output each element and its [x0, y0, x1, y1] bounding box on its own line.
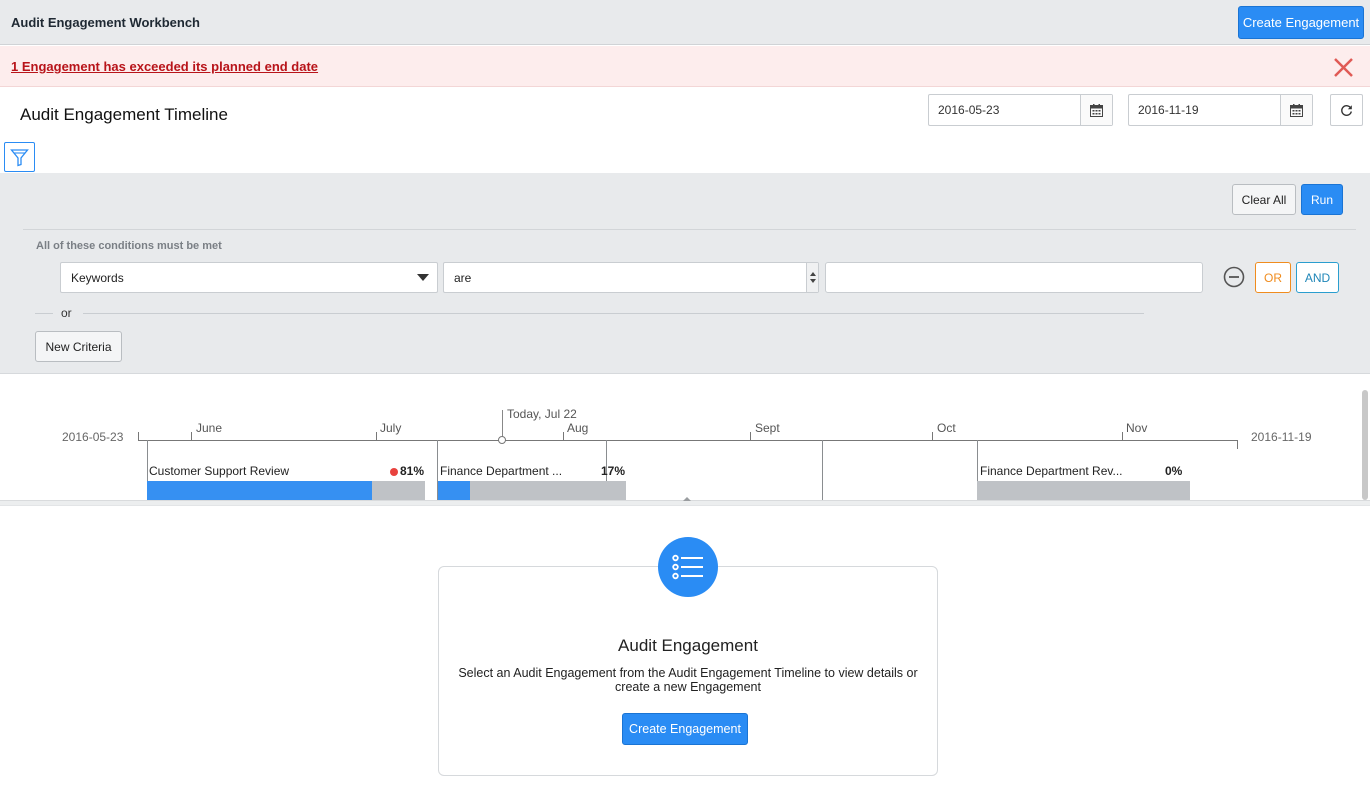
engagement-name[interactable]: Finance Department Rev...	[980, 464, 1123, 478]
detail-description: Select an Audit Engagement from the Audi…	[458, 666, 918, 694]
month-label: Aug	[567, 421, 589, 435]
engagement-boundary-line	[822, 440, 823, 500]
engagement-bar[interactable]	[977, 481, 1190, 500]
engagement-bar[interactable]	[147, 481, 425, 500]
today-marker-dot	[498, 436, 506, 444]
splitter-handle-icon[interactable]	[683, 497, 691, 501]
timeline-scrollbar[interactable]	[1362, 390, 1368, 500]
create-engagement-button[interactable]: Create Engagement	[622, 713, 748, 745]
or-button[interactable]: OR	[1255, 262, 1291, 293]
list-icon	[658, 537, 718, 597]
divider	[83, 313, 1144, 314]
month-tick	[1122, 432, 1123, 440]
month-tick	[376, 432, 377, 440]
filter-toggle-button[interactable]	[4, 142, 35, 172]
engagement-percent: 0%	[1165, 464, 1183, 478]
month-label: Nov	[1126, 421, 1148, 435]
calendar-icon[interactable]	[1080, 95, 1112, 125]
month-tick	[932, 432, 933, 440]
operator-select-value: are	[454, 271, 472, 285]
calendar-icon[interactable]	[1280, 95, 1312, 125]
month-label: Oct	[937, 421, 956, 435]
conditions-label: All of these conditions must be met	[36, 240, 222, 252]
overdue-alert-link[interactable]: 1 Engagement has exceeded its planned en…	[11, 59, 318, 74]
today-label: Today, Jul 22	[507, 407, 577, 421]
month-tick	[563, 432, 564, 440]
month-label: July	[380, 421, 402, 435]
timeline-end-label: 2016-11-19	[1251, 430, 1312, 444]
and-button[interactable]: AND	[1296, 262, 1339, 293]
spinner-arrows-icon	[806, 263, 818, 292]
clear-all-button[interactable]: Clear All	[1232, 184, 1296, 215]
divider	[23, 229, 1356, 230]
engagement-bar[interactable]	[438, 481, 626, 500]
refresh-button[interactable]	[1330, 94, 1363, 126]
engagement-progress-fill	[147, 481, 373, 500]
start-date-input[interactable]	[929, 95, 1081, 125]
timeline-start-label: 2016-05-23	[62, 430, 124, 444]
timeline-axis	[138, 440, 1238, 441]
month-tick	[191, 432, 192, 440]
page-title: Audit Engagement Timeline	[20, 105, 228, 124]
app-title: Audit Engagement Workbench	[11, 15, 200, 30]
engagement-percent: 81%	[400, 464, 425, 478]
engagement-progress-fill	[438, 481, 470, 500]
month-tick	[750, 432, 751, 440]
month-label: Sept	[755, 421, 780, 435]
remove-condition-icon[interactable]	[1223, 266, 1245, 288]
engagement-percent: 17%	[601, 464, 626, 478]
or-divider-label: or	[61, 306, 72, 320]
detail-title: Audit Engagement	[618, 636, 758, 655]
engagement-name[interactable]: Finance Department ...	[440, 464, 562, 478]
filter-icon	[10, 148, 29, 166]
run-button[interactable]: Run	[1301, 184, 1343, 215]
header-bar: Audit Engagement Workbench Create Engage…	[0, 0, 1370, 45]
alert-banner: 1 Engagement has exceeded its planned en…	[0, 46, 1370, 87]
new-criteria-button[interactable]: New Criteria	[35, 331, 122, 362]
close-icon[interactable]	[1333, 57, 1354, 78]
divider	[35, 313, 53, 314]
create-engagement-button[interactable]: Create Engagement	[1238, 6, 1364, 39]
end-date-picker	[1128, 94, 1313, 126]
field-select-value: Keywords	[71, 271, 124, 285]
condition-value-input[interactable]	[825, 262, 1203, 293]
overdue-indicator	[390, 468, 398, 476]
start-date-picker	[928, 94, 1113, 126]
axis-tick	[1237, 440, 1238, 449]
axis-tick	[138, 432, 139, 441]
end-date-input[interactable]	[1129, 95, 1281, 125]
chevron-down-icon	[417, 274, 429, 281]
field-select[interactable]: Keywords	[60, 262, 438, 293]
operator-select[interactable]: are	[443, 262, 819, 293]
engagement-name[interactable]: Customer Support Review	[149, 464, 289, 478]
month-label: June	[196, 421, 223, 435]
refresh-icon	[1341, 104, 1352, 116]
